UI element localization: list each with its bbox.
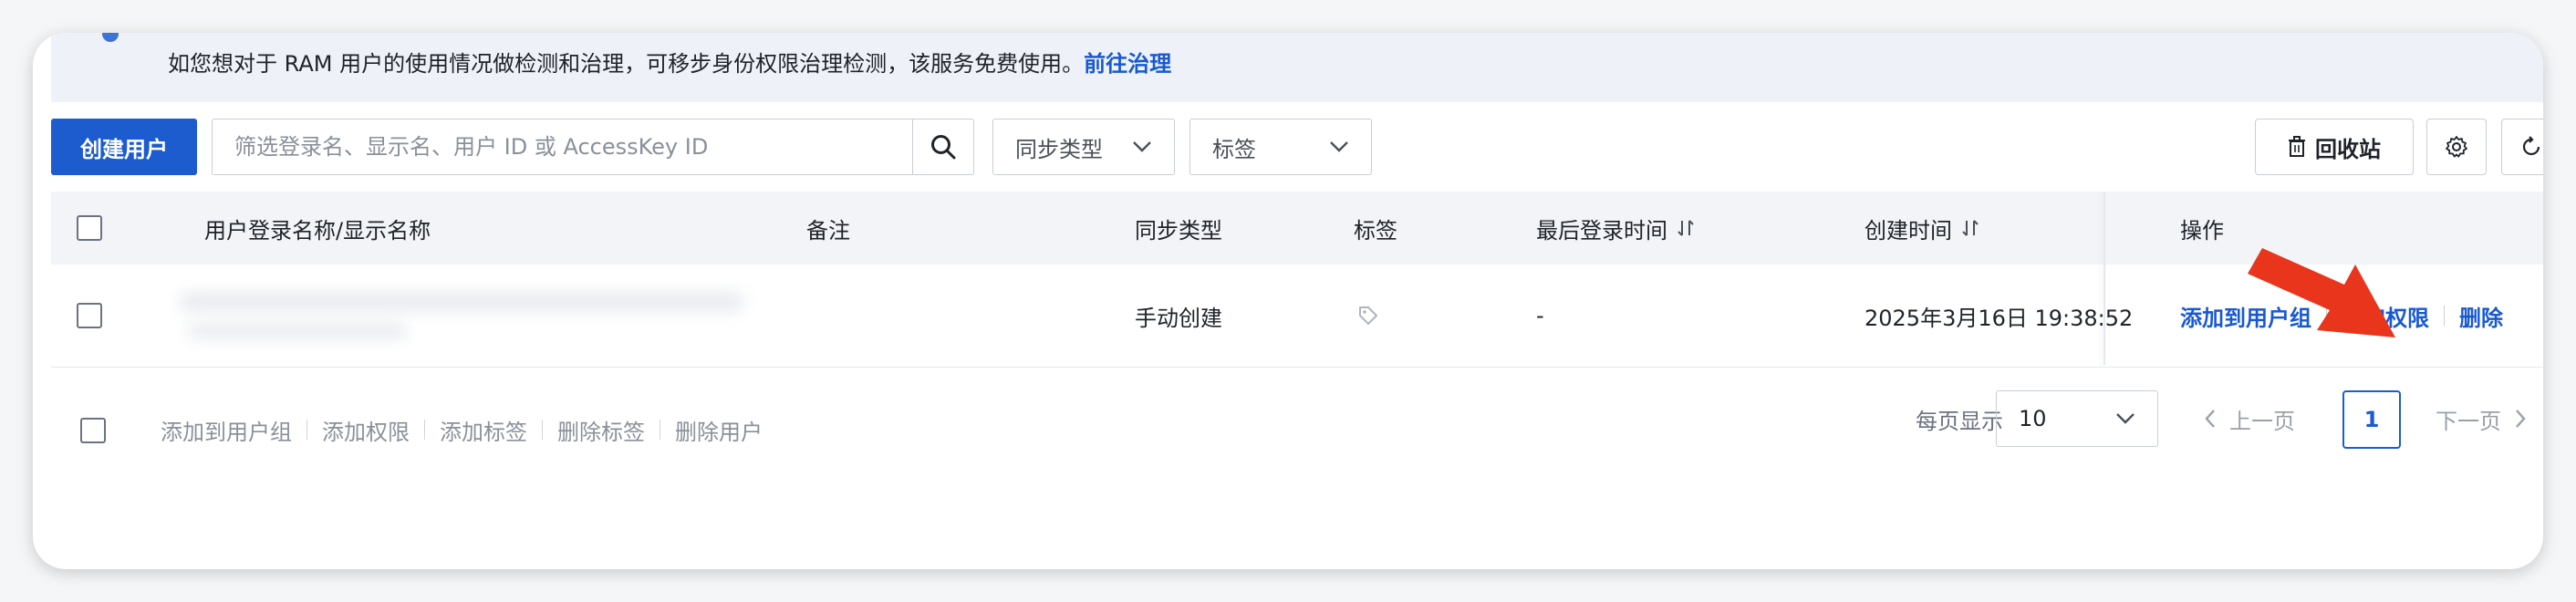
- notice-banner: 如您想对于 RAM 用户的使用情况做检测和治理，可移步身份权限治理检测，该服务免…: [51, 33, 2543, 102]
- sort-icon: [1678, 220, 1694, 236]
- column-header-created-time[interactable]: 创建时间: [1864, 192, 1979, 265]
- column-header-created-time-label: 创建时间: [1864, 217, 1952, 244]
- chevron-down-icon: [2116, 413, 2135, 424]
- gear-icon: [2446, 136, 2467, 158]
- batch-add-to-group[interactable]: 添加到用户组: [161, 414, 292, 446]
- batch-add-permission[interactable]: 添加权限: [322, 414, 410, 446]
- page-size-value: 10: [2019, 406, 2047, 431]
- sort-icon: [1962, 220, 1979, 236]
- batch-delete-tag[interactable]: 删除标签: [557, 414, 645, 446]
- search-icon: [931, 135, 956, 160]
- row-tag[interactable]: [1357, 265, 1379, 367]
- sync-type-select[interactable]: 同步类型: [992, 119, 1175, 175]
- batch-actions: 添加到用户组 添加权限 添加标签 删除标签 删除用户: [161, 409, 763, 451]
- page-size-label: 每页显示: [1916, 408, 2003, 434]
- prev-page-button[interactable]: 上一页: [2204, 390, 2295, 447]
- chevron-right-icon: [2516, 410, 2526, 428]
- page-number-current[interactable]: 1: [2342, 390, 2401, 449]
- fixed-column-divider: [2103, 192, 2105, 365]
- trash-icon: [2289, 136, 2305, 157]
- table-row: 手动创建 - 2025年3月16日 19:38:52 添加到用户组 添加权限 删…: [51, 265, 2543, 368]
- page-size-select[interactable]: 10: [1996, 390, 2158, 447]
- info-icon: [102, 33, 119, 42]
- redacted-display-name: [188, 323, 407, 339]
- notice-message: 如您想对于 RAM 用户的使用情况做检测和治理，可移步身份权限治理检测，该服务免…: [168, 51, 1085, 77]
- column-header-user-name: 用户登录名称/显示名称: [204, 217, 431, 244]
- redacted-user-name: [179, 292, 744, 312]
- row-sync-type: 手动创建: [1135, 305, 1222, 331]
- divider: [306, 420, 307, 440]
- column-header-remark: 备注: [806, 217, 850, 244]
- recycle-bin-label: 回收站: [2315, 136, 2381, 162]
- prev-page-label: 上一页: [2229, 408, 2295, 434]
- chevron-left-icon: [2205, 410, 2215, 428]
- delete-link[interactable]: 删除: [2459, 300, 2503, 332]
- recycle-bin-button[interactable]: 回收站: [2255, 119, 2414, 175]
- divider: [542, 420, 543, 440]
- chevron-down-icon: [1133, 141, 1151, 152]
- create-user-button[interactable]: 创建用户: [51, 119, 197, 175]
- tag-icon: [1359, 306, 1377, 325]
- tag-select[interactable]: 标签: [1189, 119, 1372, 175]
- next-page-button[interactable]: 下一页: [2436, 390, 2527, 447]
- sync-type-select-label: 同步类型: [1015, 136, 1103, 162]
- batch-add-tag[interactable]: 添加标签: [440, 414, 527, 446]
- batch-delete-user[interactable]: 删除用户: [675, 414, 763, 446]
- chevron-down-icon: [1330, 141, 1348, 152]
- column-header-last-login-label: 最后登录时间: [1536, 217, 1667, 244]
- column-header-tag: 标签: [1354, 217, 1397, 244]
- row-last-login: -: [1536, 303, 1544, 328]
- notice-text: 如您想对于 RAM 用户的使用情况做检测和治理，可移步身份权限治理检测，该服务免…: [168, 49, 1171, 78]
- select-all-checkbox[interactable]: [77, 215, 102, 241]
- next-page-label: 下一页: [2436, 408, 2501, 434]
- table-footer: 添加到用户组 添加权限 添加标签 删除标签 删除用户: [51, 398, 2543, 462]
- go-governance-link[interactable]: 前往治理: [1084, 51, 1171, 77]
- tag-select-label: 标签: [1212, 136, 1256, 162]
- footer-select-all-checkbox[interactable]: [80, 418, 106, 443]
- search-input[interactable]: [213, 119, 915, 174]
- refresh-button[interactable]: [2501, 119, 2543, 175]
- user-list-card: 如您想对于 RAM 用户的使用情况做检测和治理，可移步身份权限治理检测，该服务免…: [33, 33, 2543, 569]
- table-header: 用户登录名称/显示名称 备注 同步类型 标签 最后登录时间 创建时间 操作: [51, 192, 2543, 265]
- search-button[interactable]: [912, 119, 973, 174]
- divider: [2444, 306, 2445, 326]
- row-checkbox[interactable]: [77, 303, 102, 328]
- column-header-actions: 操作: [2180, 217, 2224, 244]
- search-box: [212, 119, 974, 175]
- column-header-last-login[interactable]: 最后登录时间: [1536, 192, 1695, 265]
- column-header-sync-type: 同步类型: [1135, 217, 1222, 244]
- row-created-time: 2025年3月16日 19:38:52: [1864, 305, 2134, 331]
- annotation-arrow-icon: [2248, 248, 2395, 337]
- settings-button[interactable]: [2426, 119, 2487, 175]
- divider: [424, 420, 425, 440]
- refresh-icon: [2522, 136, 2540, 156]
